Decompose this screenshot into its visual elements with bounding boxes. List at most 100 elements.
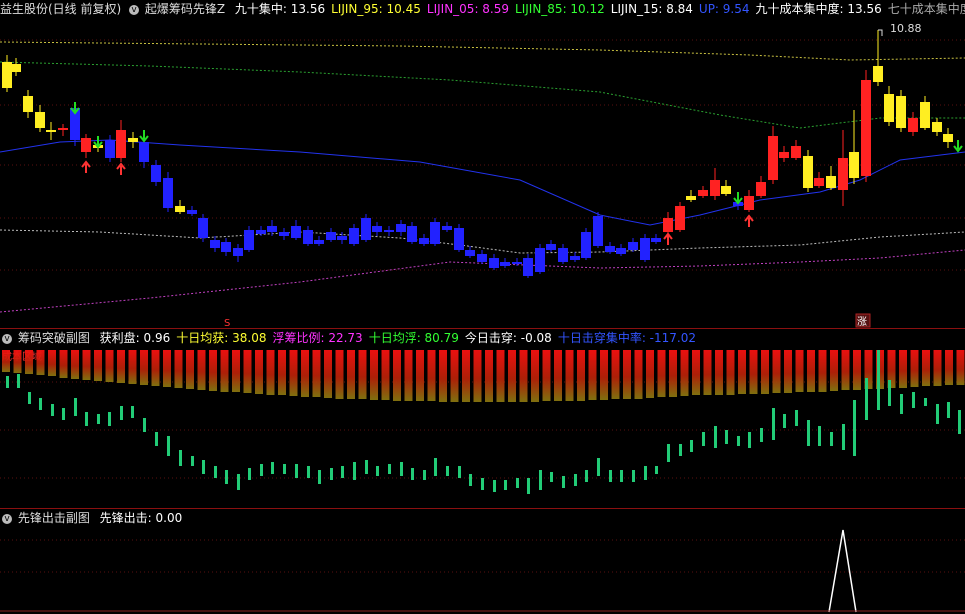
chip-bar xyxy=(174,350,183,388)
turnover-bar xyxy=(62,408,65,420)
chip-bar xyxy=(588,350,597,400)
chip-bar xyxy=(416,350,424,401)
chip-bar xyxy=(692,350,700,395)
turnover-bar xyxy=(877,350,880,410)
chip-bar xyxy=(853,350,861,390)
turnover-bar xyxy=(74,398,77,416)
chip-bar xyxy=(772,350,781,393)
candle-body xyxy=(500,262,510,266)
chip-bar xyxy=(393,350,401,401)
chip-bar xyxy=(818,350,827,392)
band-white-line xyxy=(0,229,965,254)
turnover-bar xyxy=(248,468,251,480)
candle-body xyxy=(628,242,638,250)
turnover-bar xyxy=(237,474,240,490)
chip-bar xyxy=(565,350,574,401)
candle-body xyxy=(896,96,906,128)
chip-bar xyxy=(278,350,286,395)
candle-body xyxy=(908,118,918,132)
buy-arrow-icon xyxy=(116,162,126,175)
band-green-line xyxy=(0,61,965,129)
candle-body xyxy=(23,96,33,112)
turnover-bar xyxy=(539,470,542,490)
candle-body xyxy=(116,130,126,158)
kline-chart-canvas[interactable]: 成本区域 10.88 S 涨 xyxy=(0,0,965,614)
chip-bar xyxy=(899,350,907,388)
chip-bar xyxy=(807,350,815,392)
turnover-bar xyxy=(947,402,950,418)
turnover-bar xyxy=(667,444,670,462)
turnover-bar xyxy=(900,394,903,414)
turnover-bar xyxy=(585,470,588,482)
turnover-bar xyxy=(131,406,134,418)
turnover-bar xyxy=(853,400,856,456)
turnover-bar xyxy=(493,480,496,492)
chip-bar xyxy=(94,350,102,381)
candle-body xyxy=(221,242,231,252)
turnover-bar xyxy=(353,462,356,480)
peak-price-label: 10.88 xyxy=(890,22,922,35)
turnover-bar xyxy=(434,458,437,476)
candle-body xyxy=(489,258,499,268)
turnover-bar xyxy=(330,468,333,480)
turnover-bar xyxy=(271,462,274,474)
turnover-bar xyxy=(632,470,635,482)
turnover-bar xyxy=(376,466,379,476)
candle-body xyxy=(279,232,289,236)
candlesticks xyxy=(2,30,953,278)
chip-bar xyxy=(128,350,137,384)
candle-body xyxy=(314,240,324,244)
candle-body xyxy=(337,236,347,240)
chip-bar xyxy=(462,350,470,402)
candle-body xyxy=(675,206,685,230)
turnover-bar xyxy=(924,398,927,406)
turnover-bar xyxy=(760,428,763,442)
peak-leader-line xyxy=(878,29,883,36)
candle-body xyxy=(535,248,545,272)
chip-bar xyxy=(519,350,528,402)
turnover-bar xyxy=(446,466,449,476)
turnover-bar xyxy=(179,450,182,466)
turnover-bar xyxy=(225,470,228,484)
candle-body xyxy=(616,248,626,254)
chip-bar xyxy=(795,350,804,392)
candle-body xyxy=(198,218,208,238)
candle-body xyxy=(430,222,440,244)
candle-body xyxy=(58,128,68,130)
candle-body xyxy=(128,138,138,142)
candle-body xyxy=(651,238,661,242)
candle-body xyxy=(349,228,359,244)
chip-bar xyxy=(289,350,298,396)
chip-bar xyxy=(117,350,125,383)
turnover-bar xyxy=(830,432,833,446)
chip-bar xyxy=(738,350,746,394)
chip-bar xyxy=(2,350,10,372)
chip-bar xyxy=(197,350,206,390)
candle-body xyxy=(943,134,953,142)
chip-bar xyxy=(922,350,930,386)
turnover-bar xyxy=(714,426,717,448)
candle-body xyxy=(570,256,580,260)
candle-body xyxy=(139,142,149,162)
chip-bar xyxy=(611,350,620,399)
chip-bar xyxy=(485,350,493,402)
chip-bar xyxy=(600,350,608,400)
chip-bar xyxy=(186,350,194,389)
turnover-bar xyxy=(341,466,344,478)
chip-bar xyxy=(36,350,45,375)
sell-arrow-icon xyxy=(953,140,963,153)
chip-bar xyxy=(427,350,436,401)
candle-body xyxy=(849,152,859,178)
turnover-bar xyxy=(644,466,647,480)
chip-bar xyxy=(324,350,332,398)
turnover-bar xyxy=(143,418,146,432)
candle-body xyxy=(640,238,650,260)
chip-bar xyxy=(381,350,390,400)
turnover-bar xyxy=(748,432,751,448)
grid-lines xyxy=(0,39,965,573)
candle-body xyxy=(465,250,475,256)
candle-body xyxy=(838,158,848,190)
chip-bar xyxy=(542,350,551,401)
turnover-bar xyxy=(772,408,775,440)
chip-bar xyxy=(59,350,68,378)
